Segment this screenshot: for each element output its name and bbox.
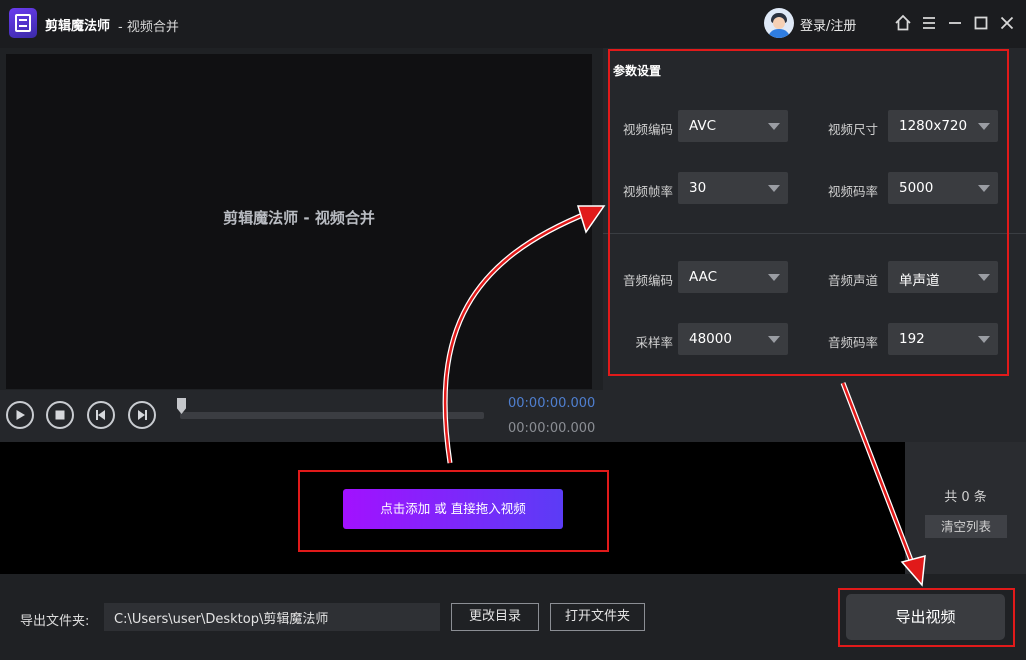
play-icon[interactable] [6, 401, 34, 429]
file-count: 共 0 条 [944, 490, 987, 505]
home-icon[interactable] [892, 12, 914, 34]
window-subtitle: - 视频合并 [118, 20, 179, 35]
sample-rate-select[interactable]: 48000 [678, 323, 788, 355]
current-time: 00:00:00.000 [508, 396, 596, 411]
login-register-link[interactable]: 登录/注册 [800, 15, 856, 34]
clear-list-button[interactable]: 清空列表 [925, 515, 1007, 538]
output-path-field[interactable] [104, 603, 440, 631]
parameter-settings-panel: 参数设置 视频编码 AVC 视频尺寸 1280x720 视频帧率 30 视频码率… [603, 48, 1026, 390]
app-name: 剪辑魔法师 [45, 19, 111, 34]
video-codec-label: 视频编码 [622, 122, 673, 137]
next-frame-icon[interactable] [128, 401, 156, 429]
app-logo-icon [9, 8, 37, 38]
video-framerate-select[interactable]: 30 [678, 172, 788, 204]
chevron-down-icon [768, 123, 780, 130]
total-time: 00:00:00.000 [508, 421, 596, 436]
app-window: 剪辑魔法师 - 视频合并 登录/注册 剪辑魔法师 - 视频合并 参数设置 视频编… [0, 0, 1026, 660]
audio-channel-label: 音频声道 [827, 273, 878, 288]
video-framerate-label: 视频帧率 [622, 184, 673, 199]
audio-codec-label: 音频编码 [622, 273, 673, 288]
video-bitrate-select[interactable]: 5000 [888, 172, 998, 204]
video-size-label: 视频尺寸 [827, 122, 878, 137]
preview-placeholder-text: 剪辑魔法师 - 视频合并 [223, 209, 375, 227]
video-preview: 剪辑魔法师 - 视频合并 [6, 54, 592, 389]
chevron-down-icon [768, 274, 780, 281]
menu-icon[interactable] [918, 12, 940, 34]
audio-channel-select[interactable]: 单声道 [888, 261, 998, 293]
video-size-select[interactable]: 1280x720 [888, 110, 998, 142]
chevron-down-icon [978, 123, 990, 130]
params-title: 参数设置 [613, 64, 662, 78]
audio-bitrate-label: 音频码率 [827, 335, 878, 350]
maximize-icon[interactable] [970, 12, 992, 34]
stop-icon[interactable] [46, 401, 74, 429]
minimize-icon[interactable] [944, 12, 966, 34]
close-icon[interactable] [996, 12, 1018, 34]
change-directory-button[interactable]: 更改目录 [451, 603, 539, 631]
sample-rate-label: 采样率 [635, 335, 673, 350]
open-folder-button[interactable]: 打开文件夹 [550, 603, 645, 631]
chevron-down-icon [768, 336, 780, 343]
player-controls: 00:00:00.000 00:00:00.000 [0, 390, 1026, 442]
section-divider [603, 233, 1026, 234]
chevron-down-icon [978, 336, 990, 343]
video-codec-select[interactable]: AVC [678, 110, 788, 142]
previous-frame-icon[interactable] [87, 401, 115, 429]
chevron-down-icon [768, 185, 780, 192]
progress-track[interactable] [180, 412, 484, 419]
audio-bitrate-select[interactable]: 192 [888, 323, 998, 355]
bottom-bar: 导出文件夹: 更改目录 打开文件夹 导出视频 [0, 574, 1026, 660]
audio-codec-select[interactable]: AAC [678, 261, 788, 293]
title-bar: 剪辑魔法师 - 视频合并 登录/注册 [0, 0, 1026, 48]
export-video-button[interactable]: 导出视频 [846, 594, 1005, 640]
user-avatar-icon[interactable] [764, 8, 794, 38]
chevron-down-icon [978, 185, 990, 192]
output-folder-label: 导出文件夹: [20, 614, 90, 629]
file-list-sidebar: 共 0 条 清空列表 [905, 442, 1026, 574]
file-list-area[interactable]: 点击添加 或 直接拖入视频 [0, 442, 905, 574]
video-bitrate-label: 视频码率 [827, 184, 878, 199]
chevron-down-icon [978, 274, 990, 281]
add-video-button[interactable]: 点击添加 或 直接拖入视频 [343, 489, 563, 529]
